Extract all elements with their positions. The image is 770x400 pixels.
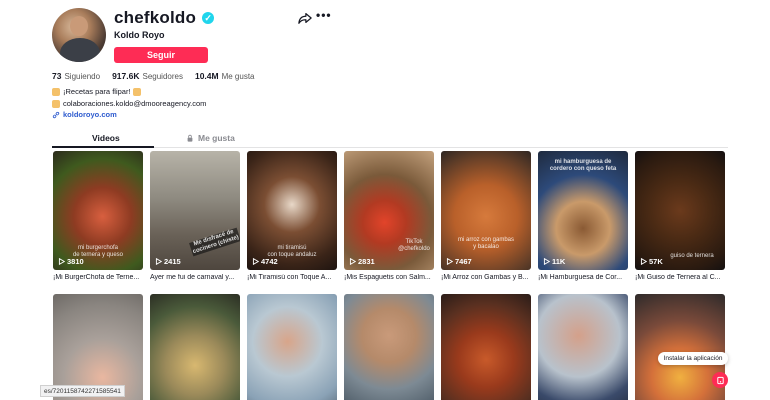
video-caption[interactable]: ¡Mi Guiso de Ternera al C...: [635, 274, 725, 281]
video-caption[interactable]: Ayer me fui de carnaval y...: [150, 274, 240, 281]
video-caption[interactable]: ¡Mi Tiramisú con Toque A...: [247, 274, 337, 281]
status-bar-url: es/7201158742271585541: [40, 385, 125, 397]
chef-emoji-icon: [52, 88, 60, 97]
thumbnail-overlay-text: Me disfracé de cocinero (chiste): [189, 227, 240, 257]
video-card[interactable]: [247, 294, 337, 400]
video-thumbnail[interactable]: mi burgerchofa de ternera y queso 3810: [53, 151, 143, 270]
view-count: 57K: [640, 257, 663, 266]
play-icon: [543, 258, 550, 265]
view-count: 2831: [349, 257, 375, 266]
video-card[interactable]: [635, 294, 725, 400]
link-icon: [52, 111, 60, 118]
video-thumbnail[interactable]: [441, 294, 531, 400]
tab-videos[interactable]: Videos: [92, 133, 120, 143]
more-icon[interactable]: •••: [316, 9, 331, 25]
video-thumbnail[interactable]: TikTok @chefkoldo 2831: [344, 151, 434, 270]
tab-liked[interactable]: Me gusta: [186, 133, 235, 143]
play-icon: [640, 258, 647, 265]
play-icon: [155, 258, 162, 265]
video-card[interactable]: TikTok @chefkoldo 2831 ¡Mis Espaguetis co…: [344, 151, 434, 281]
video-thumbnail[interactable]: guiso de ternera 57K: [635, 151, 725, 270]
bio-line-1: ¡Recetas para flipar!: [52, 86, 206, 98]
video-card[interactable]: [538, 294, 628, 400]
stat-likes: 10.4M Me gusta: [194, 71, 255, 81]
view-count: 11K: [543, 257, 565, 266]
video-thumbnail[interactable]: mi arroz con gambas y bacalao 7467: [441, 151, 531, 270]
profile-link[interactable]: koldoroyo.com: [52, 110, 117, 119]
video-thumbnail[interactable]: mi hamburguesa de cordero con queso feta …: [538, 151, 628, 270]
video-card[interactable]: Me disfracé de cocinero (chiste) 2415 Aye…: [150, 151, 240, 281]
follow-button[interactable]: Seguir: [114, 47, 208, 63]
video-card[interactable]: [150, 294, 240, 400]
video-caption[interactable]: ¡Mi Arroz con Gambas y B...: [441, 274, 531, 281]
play-icon: [446, 258, 453, 265]
install-app-fab[interactable]: [712, 372, 728, 388]
install-app-button[interactable]: Instalar la aplicación: [658, 352, 728, 365]
thumbnail-overlay-text: mi arroz con gambas y bacalao: [457, 237, 515, 250]
avatar[interactable]: [52, 8, 106, 62]
video-card[interactable]: [441, 294, 531, 400]
stat-following[interactable]: 73 Siguiendo: [52, 71, 100, 81]
video-caption[interactable]: ¡Mis Espaguetis con Salm...: [344, 274, 434, 281]
username-row: chefkoldo ✓: [114, 8, 215, 28]
video-card[interactable]: mi arroz con gambas y bacalao 7467 ¡Mi Ar…: [441, 151, 531, 281]
video-thumbnail[interactable]: [247, 294, 337, 400]
chef-emoji-icon: [132, 88, 141, 97]
video-caption[interactable]: ¡Mi BurgerChofa de Terne...: [53, 274, 143, 281]
video-thumbnail[interactable]: [538, 294, 628, 400]
view-count: 4742: [252, 257, 278, 266]
username: chefkoldo: [114, 8, 197, 27]
chef-emoji-icon: [52, 100, 60, 109]
nickname: Koldo Royo: [114, 30, 165, 40]
verified-icon: ✓: [202, 12, 215, 24]
video-thumbnail[interactable]: [150, 294, 240, 400]
profile-link-text[interactable]: koldoroyo.com: [63, 110, 117, 119]
thumbnail-overlay-text: guiso de ternera: [670, 253, 714, 259]
video-thumbnail[interactable]: [344, 294, 434, 400]
play-icon: [58, 258, 65, 265]
stat-followers[interactable]: 917.6K Seguidores: [112, 71, 183, 81]
thumbnail-overlay-text: mi hamburguesa de cordero con queso feta: [549, 159, 617, 172]
bio: ¡Recetas para flipar! colaboraciones.kol…: [52, 86, 206, 110]
video-thumbnail[interactable]: Me disfracé de cocinero (chiste) 2415: [150, 151, 240, 270]
profile-header: chefkoldo ✓ Koldo Royo Seguir •••: [52, 8, 732, 128]
profile-stats: 73 Siguiendo 917.6K Seguidores 10.4M Me gus…: [52, 71, 255, 81]
view-count: 3810: [58, 257, 84, 266]
video-card[interactable]: mi burgerchofa de ternera y queso 3810 ¡M…: [53, 151, 143, 281]
video-card[interactable]: mi tiramisú con toque andaluz 4742 ¡Mi Ti…: [247, 151, 337, 281]
tab-underline: [52, 146, 154, 148]
video-thumbnail[interactable]: mi tiramisú con toque andaluz 4742: [247, 151, 337, 270]
video-card[interactable]: [344, 294, 434, 400]
play-icon: [349, 258, 356, 265]
share-icon[interactable]: [298, 11, 312, 25]
app-download-icon: [716, 376, 724, 384]
thumbnail-overlay-text: TikTok @chefkoldo: [398, 239, 430, 252]
play-icon: [252, 258, 259, 265]
lock-icon: [187, 134, 193, 142]
view-count: 2415: [155, 257, 181, 266]
video-card[interactable]: mi hamburguesa de cordero con queso feta …: [538, 151, 628, 281]
view-count: 7467: [446, 257, 472, 266]
video-card[interactable]: guiso de ternera 57K ¡Mi Guiso de Terner…: [635, 151, 725, 281]
video-thumbnail[interactable]: [635, 294, 725, 400]
profile-tabs: Videos Me gusta: [52, 130, 728, 148]
bio-line-2: colaboraciones.koldo@dmooreagency.com: [52, 98, 206, 110]
video-caption[interactable]: ¡Mi Hamburguesa de Cor...: [538, 274, 628, 281]
